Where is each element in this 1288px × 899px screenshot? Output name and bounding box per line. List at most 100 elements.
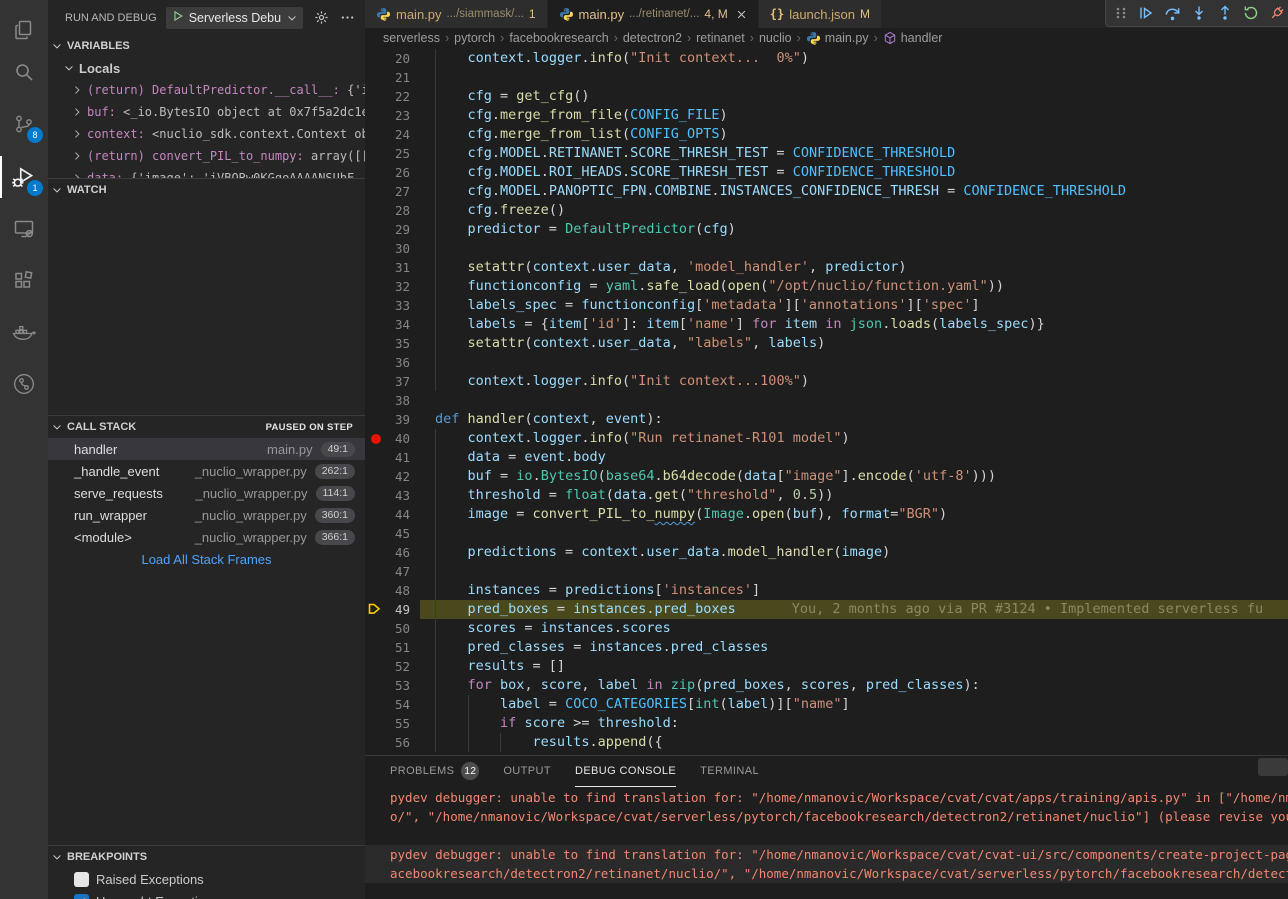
code-line-content[interactable]: context.logger.info("Run retinanet-R101 … xyxy=(420,429,1288,448)
debug-console-output[interactable]: pydev debugger: unable to find translati… xyxy=(365,788,1288,899)
line-number[interactable]: 31 xyxy=(365,258,420,277)
breakpoint-icon[interactable] xyxy=(371,434,381,444)
editor-gutter[interactable]: 54 xyxy=(365,695,420,714)
code-line-content[interactable]: scores = instances.scores xyxy=(420,619,1288,638)
line-number[interactable]: 36 xyxy=(365,353,420,372)
activity-item-search[interactable] xyxy=(0,48,48,96)
line-number[interactable]: 22 xyxy=(365,87,420,106)
code-line-content[interactable]: data = event.body xyxy=(420,448,1288,467)
line-number[interactable]: 35 xyxy=(365,334,420,353)
panel-tab-output[interactable]: OUTPUT xyxy=(503,756,551,787)
breadcrumb-item-pytorch[interactable]: pytorch xyxy=(454,31,495,45)
breakpoint-row[interactable]: Raised Exceptions xyxy=(48,868,365,890)
code-line-40[interactable]: 40 context.logger.info("Run retinanet-R1… xyxy=(365,429,1288,448)
line-number[interactable]: 32 xyxy=(365,277,420,296)
code-line-20[interactable]: 20 context.logger.info("Init context... … xyxy=(365,49,1288,68)
code-line-30[interactable]: 30 xyxy=(365,239,1288,258)
code-line-content[interactable]: for box, score, label in zip(pred_boxes,… xyxy=(420,676,1288,695)
code-line-content[interactable]: label = COCO_CATEGORIES[int(label)]["nam… xyxy=(420,695,1288,714)
code-line-24[interactable]: 24 cfg.merge_from_list(CONFIG_OPTS) xyxy=(365,125,1288,144)
variable-row[interactable]: buf: <_io.BytesIO object at 0x7f5a2dc1ec… xyxy=(48,101,365,123)
editor-gutter[interactable]: 55 xyxy=(365,714,420,733)
breakpoint-row[interactable]: Uncaught Exceptions xyxy=(48,890,365,899)
line-number[interactable]: 52 xyxy=(365,657,420,676)
breadcrumb-item-handler[interactable]: handler xyxy=(883,31,943,45)
code-editor[interactable]: 20 context.logger.info("Init context... … xyxy=(365,48,1288,755)
editor-gutter[interactable]: 29 xyxy=(365,220,420,239)
debug-configuration-dropdown[interactable]: Serverless Debu xyxy=(166,7,303,29)
variable-row[interactable]: (return) convert_PIL_to_numpy: array([[[… xyxy=(48,145,365,167)
activity-item-docker[interactable] xyxy=(0,309,48,357)
line-number[interactable]: 44 xyxy=(365,505,420,524)
editor-gutter[interactable]: 52 xyxy=(365,657,420,676)
editor-gutter[interactable]: 27 xyxy=(365,182,420,201)
variables-scope-locals[interactable]: Locals xyxy=(48,57,365,79)
breadcrumb-item-nuclio[interactable]: nuclio xyxy=(759,31,792,45)
code-line-43[interactable]: 43 threshold = float(data.get("threshold… xyxy=(365,486,1288,505)
code-line-49[interactable]: 49 pred_boxes = instances.pred_boxesYou,… xyxy=(365,600,1288,619)
code-line-content[interactable]: context.logger.info("Init context...100%… xyxy=(420,372,1288,391)
code-line-content[interactable]: image = convert_PIL_to_numpy(Image.open(… xyxy=(420,505,1288,524)
editor-gutter[interactable]: 30 xyxy=(365,239,420,258)
code-line-content[interactable]: results.append({ xyxy=(420,733,1288,752)
code-line-27[interactable]: 27 cfg.MODEL.PANOPTIC_FPN.COMBINE.INSTAN… xyxy=(365,182,1288,201)
line-number[interactable]: 56 xyxy=(365,733,420,752)
code-line-content[interactable]: predictor = DefaultPredictor(cfg) xyxy=(420,220,1288,239)
line-number[interactable]: 38 xyxy=(365,391,420,410)
code-line-content[interactable]: cfg.MODEL.PANOPTIC_FPN.COMBINE.INSTANCES… xyxy=(420,182,1288,201)
load-all-stack-frames-link[interactable]: Load All Stack Frames xyxy=(48,548,365,570)
step-into-icon[interactable] xyxy=(1191,5,1207,21)
code-line-content[interactable]: cfg = get_cfg() xyxy=(420,87,1288,106)
editor-gutter[interactable]: 48 xyxy=(365,581,420,600)
breadcrumb-item-detectron2[interactable]: detectron2 xyxy=(623,31,682,45)
code-line-content[interactable]: labels_spec = functionconfig['metadata']… xyxy=(420,296,1288,315)
code-line-54[interactable]: 54 label = COCO_CATEGORIES[int(label)]["… xyxy=(365,695,1288,714)
breadcrumb-item-facebookresearch[interactable]: facebookresearch xyxy=(509,31,608,45)
line-number[interactable]: 46 xyxy=(365,543,420,562)
code-line-56[interactable]: 56 results.append({ xyxy=(365,733,1288,752)
code-line-content[interactable]: predictions = context.user_data.model_ha… xyxy=(420,543,1288,562)
breadcrumb-item-serverless[interactable]: serverless xyxy=(383,31,440,45)
code-line-23[interactable]: 23 cfg.merge_from_file(CONFIG_FILE) xyxy=(365,106,1288,125)
editor-gutter[interactable]: 41 xyxy=(365,448,420,467)
code-line-51[interactable]: 51 pred_classes = instances.pred_classes xyxy=(365,638,1288,657)
code-line-content[interactable]: cfg.freeze() xyxy=(420,201,1288,220)
line-number[interactable]: 45 xyxy=(365,524,420,543)
panel-tab-debug-console[interactable]: DEBUG CONSOLE xyxy=(575,756,676,787)
editor-gutter[interactable]: 37 xyxy=(365,372,420,391)
editor-gutter[interactable]: 39 xyxy=(365,410,420,429)
code-line-53[interactable]: 53 for box, score, label in zip(pred_box… xyxy=(365,676,1288,695)
code-line-50[interactable]: 50 scores = instances.scores xyxy=(365,619,1288,638)
line-number[interactable]: 27 xyxy=(365,182,420,201)
editor-gutter[interactable]: 20 xyxy=(365,49,420,68)
code-line-content[interactable]: pred_classes = instances.pred_classes xyxy=(420,638,1288,657)
breadcrumb-item-main-py[interactable]: main.py xyxy=(806,31,869,46)
editor-gutter[interactable]: 49 xyxy=(365,600,420,619)
stack-frame-row[interactable]: handlermain.py49:1 xyxy=(48,438,365,460)
line-number[interactable]: 54 xyxy=(365,695,420,714)
more-actions-icon[interactable] xyxy=(340,10,355,25)
line-number[interactable]: 48 xyxy=(365,581,420,600)
line-number[interactable]: 21 xyxy=(365,68,420,87)
editor-gutter[interactable]: 31 xyxy=(365,258,420,277)
code-line-content[interactable]: def handler(context, event): xyxy=(420,410,1288,429)
editor-gutter[interactable]: 43 xyxy=(365,486,420,505)
line-number[interactable]: 39 xyxy=(365,410,420,429)
code-line-44[interactable]: 44 image = convert_PIL_to_numpy(Image.op… xyxy=(365,505,1288,524)
code-line-36[interactable]: 36 xyxy=(365,353,1288,372)
editor-gutter[interactable]: 21 xyxy=(365,68,420,87)
breakpoints-section-header[interactable]: BREAKPOINTS xyxy=(48,846,365,868)
continue-icon[interactable] xyxy=(1138,5,1154,21)
line-number[interactable]: 41 xyxy=(365,448,420,467)
line-number[interactable]: 33 xyxy=(365,296,420,315)
code-line-content[interactable]: buf = io.BytesIO(base64.b64decode(data["… xyxy=(420,467,1288,486)
code-line-content[interactable]: cfg.MODEL.ROI_HEADS.SCORE_THRESH_TEST = … xyxy=(420,163,1288,182)
code-line-42[interactable]: 42 buf = io.BytesIO(base64.b64decode(dat… xyxy=(365,467,1288,486)
activity-item-git-graph[interactable] xyxy=(0,360,48,408)
code-line-28[interactable]: 28 cfg.freeze() xyxy=(365,201,1288,220)
editor-gutter[interactable]: 23 xyxy=(365,106,420,125)
editor-gutter[interactable]: 35 xyxy=(365,334,420,353)
step-over-icon[interactable] xyxy=(1164,5,1181,22)
breadcrumb-item-retinanet[interactable]: retinanet xyxy=(696,31,745,45)
code-line-26[interactable]: 26 cfg.MODEL.ROI_HEADS.SCORE_THRESH_TEST… xyxy=(365,163,1288,182)
